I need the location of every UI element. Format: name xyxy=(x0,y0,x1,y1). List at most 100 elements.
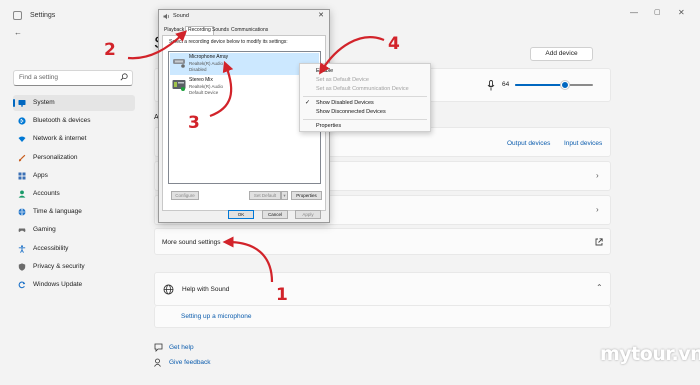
output-devices-link[interactable]: Output devices xyxy=(507,140,550,147)
tab-sounds[interactable]: Sounds xyxy=(212,27,229,33)
search-box[interactable]: Find a setting xyxy=(13,70,133,86)
dialog-title: Sound xyxy=(173,13,189,19)
device-driver: Realtek(R) Audio xyxy=(189,84,224,89)
sidebar-item-gaming[interactable]: Gaming xyxy=(13,222,135,238)
device-driver: Realtek(R) Audio xyxy=(189,61,224,66)
sidebar-item-label: Windows Update xyxy=(33,281,83,288)
search-icon xyxy=(120,73,128,81)
update-icon xyxy=(18,281,26,289)
sidebar-item-personalization[interactable]: Personalization xyxy=(13,150,135,166)
sidebar-item-label: System xyxy=(33,99,55,106)
get-help-link[interactable]: Get help xyxy=(169,344,194,351)
tab-communications[interactable]: Communications xyxy=(231,27,268,33)
shield-icon xyxy=(18,263,26,271)
menu-properties[interactable]: Properties xyxy=(316,123,341,129)
sidebar-item-privacy-security[interactable]: Privacy & security xyxy=(13,259,135,275)
device-microphone-array[interactable]: Microphone Array Realtek(R) Audio Disabl… xyxy=(170,53,319,75)
title-bar: Settings — ▢ ✕ xyxy=(0,0,700,32)
help-with-sound-card[interactable]: Help with Sound ⌃ xyxy=(154,272,611,306)
annotation-number-4: 4 xyxy=(388,34,400,54)
sidebar-item-label: Time & language xyxy=(33,208,82,216)
accessibility-icon xyxy=(18,244,26,253)
sidebar-item-label: Accounts xyxy=(33,190,60,197)
give-feedback-link[interactable]: Give feedback xyxy=(169,359,211,366)
dialog-instruction: Select a recording device below to modif… xyxy=(169,39,288,45)
set-default-dropdown-icon[interactable]: ▾ xyxy=(281,191,288,200)
sidebar-item-bluetooth-devices[interactable]: Bluetooth & devices xyxy=(13,113,135,129)
apply-button[interactable]: Apply xyxy=(295,210,321,219)
sidebar-item-label: Personalization xyxy=(33,153,78,161)
device-stereo-mix[interactable]: Stereo Mix Realtek(R) Audio Default Devi… xyxy=(170,76,319,98)
device-context-menu: Enable Set as Default Device Set as Defa… xyxy=(299,63,431,132)
active-indicator xyxy=(13,99,15,107)
apps-icon xyxy=(18,172,26,180)
feedback-icon xyxy=(154,358,161,367)
device-name: Stereo Mix xyxy=(189,77,213,83)
monitor-icon xyxy=(18,100,26,107)
volume-slider-thumb[interactable] xyxy=(560,81,569,89)
sidebar-item-system[interactable]: System xyxy=(13,95,135,111)
back-arrow-icon[interactable]: ← xyxy=(14,28,22,37)
sidebar-item-label: Accessibility xyxy=(33,244,69,252)
device-name: Microphone Array xyxy=(189,54,229,60)
setting-up-microphone-link[interactable]: Setting up a microphone xyxy=(181,313,251,320)
menu-set-default: Set as Default Device xyxy=(316,77,369,83)
chevron-right-icon: › xyxy=(596,205,599,214)
menu-separator xyxy=(303,119,427,120)
help-globe-icon xyxy=(163,284,174,295)
chevron-up-icon[interactable]: ⌃ xyxy=(596,283,603,292)
help-links-card: Setting up a microphone xyxy=(154,306,611,328)
menu-set-comm-default: Set as Default Communication Device xyxy=(316,86,409,92)
cancel-button[interactable]: Cancel xyxy=(262,210,288,219)
watermark-logo: mytour.vn xyxy=(600,343,700,365)
gamepad-icon xyxy=(18,228,26,233)
input-devices-link[interactable]: Input devices xyxy=(564,140,602,147)
sidebar-item-label: Gaming xyxy=(33,226,56,234)
sidebar-item-network-internet[interactable]: Network & internet xyxy=(13,131,135,147)
tab-playback[interactable]: Playback xyxy=(164,27,184,33)
person-icon xyxy=(18,190,26,198)
sidebar-item-label: Network & internet xyxy=(33,135,87,143)
menu-show-disabled[interactable]: Show Disabled Devices xyxy=(316,100,374,106)
annotation-number-2: 2 xyxy=(104,40,116,60)
stereo-mix-icon xyxy=(172,80,186,91)
sidebar-item-windows-update[interactable]: Windows Update xyxy=(13,277,135,293)
close-button[interactable]: ✕ xyxy=(678,8,685,17)
device-status: Default Device xyxy=(189,90,219,95)
search-input[interactable]: Find a setting xyxy=(19,74,58,81)
brush-icon xyxy=(18,154,26,162)
sidebar-item-accounts[interactable]: Accounts xyxy=(13,186,135,202)
menu-show-disconnected[interactable]: Show Disconnected Devices xyxy=(316,109,386,115)
set-default-button[interactable]: Set Default xyxy=(249,191,281,200)
menu-enable[interactable]: Enable xyxy=(316,68,333,74)
sidebar-item-apps[interactable]: Apps xyxy=(13,168,135,184)
bluetooth-icon xyxy=(18,117,26,125)
settings-app-icon xyxy=(13,11,22,20)
sidebar-item-accessibility[interactable]: Accessibility xyxy=(13,241,135,257)
checkmark-icon: ✓ xyxy=(305,100,311,106)
dialog-close-icon[interactable]: ✕ xyxy=(318,11,324,19)
sidebar-item-label: Apps xyxy=(33,171,48,179)
volume-slider-track[interactable] xyxy=(515,81,593,89)
globe-icon xyxy=(18,208,26,217)
maximize-button[interactable]: ▢ xyxy=(654,8,661,16)
more-sound-settings-row[interactable]: More sound settings xyxy=(154,228,611,255)
ok-button[interactable]: OK xyxy=(228,210,254,219)
microphone-icon xyxy=(487,80,495,91)
device-status: Disabled xyxy=(189,67,207,72)
external-link-icon xyxy=(595,238,603,246)
sidebar-item-label: Privacy & security xyxy=(33,262,85,270)
minimize-button[interactable]: — xyxy=(630,8,638,17)
menu-separator xyxy=(303,96,427,97)
help-with-sound-label: Help with Sound xyxy=(182,286,230,293)
annotation-number-1: 1 xyxy=(276,285,288,305)
volume-value: 64 xyxy=(502,81,510,88)
sidebar-item-time-language[interactable]: Time & language xyxy=(13,204,135,220)
app-title: Settings xyxy=(30,12,56,19)
add-device-button[interactable]: Add device xyxy=(530,47,593,61)
properties-button[interactable]: Properties xyxy=(291,191,322,200)
get-help-icon xyxy=(154,343,163,352)
configure-button[interactable]: Configure xyxy=(171,191,199,200)
sidebar-item-label: Bluetooth & devices xyxy=(33,117,91,125)
speaker-icon xyxy=(163,13,169,20)
